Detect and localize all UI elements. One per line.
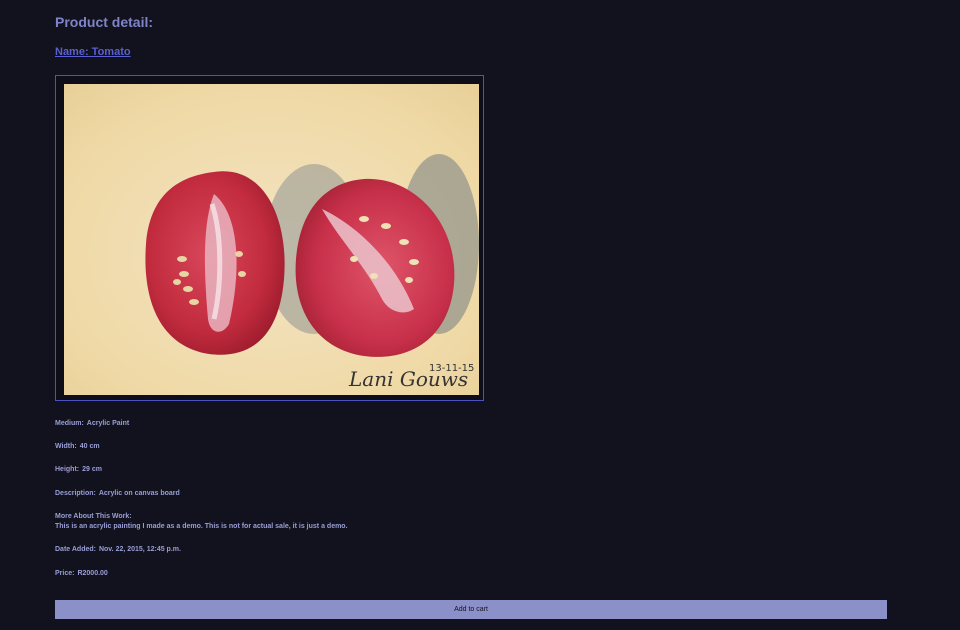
detail-medium-value: Acrylic Paint: [86, 420, 130, 427]
product-image-frame: Lani Gouws 13-11-15: [55, 75, 484, 401]
detail-more-about-label: More About This Work:: [55, 513, 132, 520]
detail-medium: Medium: Acrylic Paint: [55, 419, 129, 429]
detail-price-value: R2000.00: [77, 570, 108, 577]
detail-description-label: Description:: [55, 490, 96, 497]
date-text: 13-11-15: [429, 363, 474, 374]
detail-more-about: More About This Work: This is an acrylic…: [55, 512, 348, 532]
product-name-link[interactable]: Name: Tomato: [55, 46, 131, 58]
detail-height-label: Height:: [55, 466, 80, 473]
detail-height: Height: 29 cm: [55, 465, 102, 475]
detail-description: Description: Acrylic on canvas board: [55, 489, 180, 499]
page-title: Product detail:: [55, 14, 154, 30]
detail-date-added-label: Date Added:: [55, 546, 96, 553]
detail-width: Width: 40 cm: [55, 442, 100, 452]
detail-date-added: Date Added: Nov. 22, 2015, 12:45 p.m.: [55, 545, 181, 555]
detail-width-value: 40 cm: [79, 443, 100, 450]
detail-height-value: 29 cm: [82, 466, 102, 473]
detail-width-label: Width:: [55, 443, 77, 450]
detail-price: Price: R2000.00: [55, 569, 108, 579]
detail-description-value: Acrylic on canvas board: [98, 490, 180, 497]
detail-price-label: Price:: [55, 570, 75, 577]
detail-medium-label: Medium:: [55, 420, 84, 427]
detail-date-added-value: Nov. 22, 2015, 12:45 p.m.: [98, 546, 181, 553]
add-to-cart-button[interactable]: Add to cart: [55, 600, 887, 619]
detail-more-about-value: This is an acrylic painting I made as a …: [55, 523, 348, 530]
product-image[interactable]: Lani Gouws 13-11-15: [64, 84, 479, 395]
